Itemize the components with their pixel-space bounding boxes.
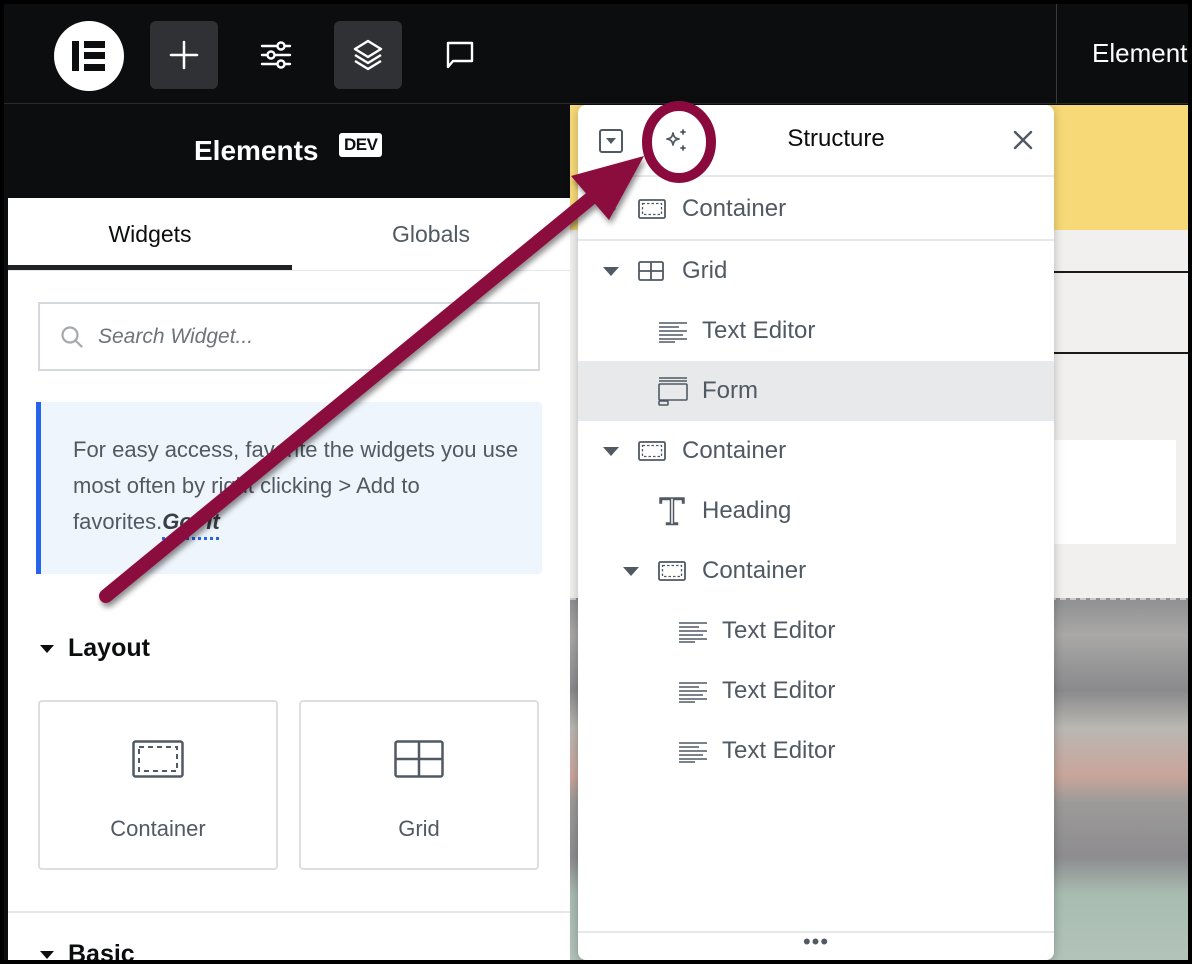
caret-down-icon [40,644,54,653]
section-basic-title: Basic [68,940,135,964]
structure-item-label: Text Editor [722,617,836,644]
canvas-divider-line [1054,271,1188,273]
heading-icon [658,496,686,531]
sliders-icon [260,41,292,69]
caret-down-icon [40,950,54,959]
text-editor-icon [678,681,708,708]
structure-item-label: Text Editor [722,737,836,764]
caret-down-icon[interactable] [603,267,619,276]
canvas-form-box [1050,440,1176,544]
elements-panel: Widgets Globals For easy access, favorit… [8,198,570,964]
text-editor-icon [678,621,708,648]
elementor-logo-icon[interactable] [54,21,124,91]
dev-badge: DEV [339,133,383,157]
section-layout-toggle[interactable]: Layout [40,634,150,663]
canvas-divider-line [1054,352,1188,354]
structure-item-label: Heading [702,497,792,524]
widget-container-label: Container [110,816,206,841]
structure-item[interactable]: Form [578,361,1054,421]
section-basic-toggle[interactable]: Basic [40,940,135,964]
active-tab-indicator [8,265,292,270]
search-widget-field [38,302,540,371]
section-divider [8,911,570,913]
structure-item[interactable]: Grid [578,241,1054,301]
structure-item[interactable]: Container [578,541,1054,601]
panel-tabs: Widgets Globals [8,198,570,271]
container-icon [658,561,686,586]
elementor-editor: Element Elements DEV Widgets Globals For… [0,0,1192,964]
notes-button[interactable] [426,21,494,89]
structure-footer[interactable]: ••• [578,931,1054,960]
structure-item-label: Container [702,557,807,584]
container-icon [638,199,666,224]
caret-down-icon[interactable] [603,447,619,456]
topbar-divider [1056,4,1057,104]
site-settings-button[interactable] [242,21,310,89]
structure-tree: Container Grid Text Editor Form Container Hea… [578,179,1054,781]
structure-item[interactable]: Heading [578,481,1054,541]
caret-right-icon[interactable] [607,201,616,217]
structure-button[interactable] [334,21,402,89]
widget-container[interactable]: Container [38,700,278,870]
grid-icon [638,261,664,286]
text-editor-icon [678,741,708,768]
form-icon [658,376,688,411]
structure-item-label: Container [682,437,787,464]
top-bar: Element [4,4,1188,104]
structure-item[interactable]: Container [578,179,1054,241]
got-it-link[interactable]: Got It [162,509,219,534]
structure-item-label: Grid [682,257,728,284]
structure-item[interactable]: Text Editor [578,301,1054,361]
caret-down-icon[interactable] [623,567,639,576]
structure-panel: Structure Container Grid Text Editor Form Co… [578,105,1054,960]
favorites-notice: For easy access, favorite the widgets yo… [36,402,542,574]
structure-item-label: Text Editor [702,317,816,344]
structure-item[interactable]: Container [578,421,1054,481]
section-layout-title: Layout [68,634,150,662]
search-icon [61,326,83,348]
structure-item[interactable]: Text Editor [578,661,1054,721]
more-options-icon[interactable]: ••• [803,929,829,954]
layers-icon [353,39,383,71]
structure-item[interactable]: Text Editor [578,601,1054,661]
container-icon [638,441,666,466]
structure-item-label: Container [682,195,787,222]
close-icon[interactable] [1010,127,1036,153]
search-widget-input[interactable] [98,304,528,369]
topbar-right-title: Element [1092,38,1188,68]
structure-item[interactable]: Text Editor [578,721,1054,781]
add-element-button[interactable] [150,21,218,89]
tab-globals[interactable]: Globals [292,198,570,270]
structure-header: Structure [578,105,1054,177]
structure-item-label: Text Editor [722,677,836,704]
text-editor-icon [658,321,688,348]
notice-text: For easy access, favorite the widgets yo… [73,432,533,540]
notice-message: For easy access, favorite the widgets yo… [73,437,519,534]
grid-icon [394,740,444,778]
tab-widgets[interactable]: Widgets [8,198,292,270]
structure-item-label: Form [702,377,758,404]
structure-title: Structure [787,125,885,152]
widget-grid[interactable]: Grid [299,700,539,870]
container-icon [132,740,184,778]
panel-title: Elements [194,135,319,166]
plus-icon [169,40,199,70]
comment-icon [446,41,474,69]
widget-grid-label: Grid [398,816,440,841]
